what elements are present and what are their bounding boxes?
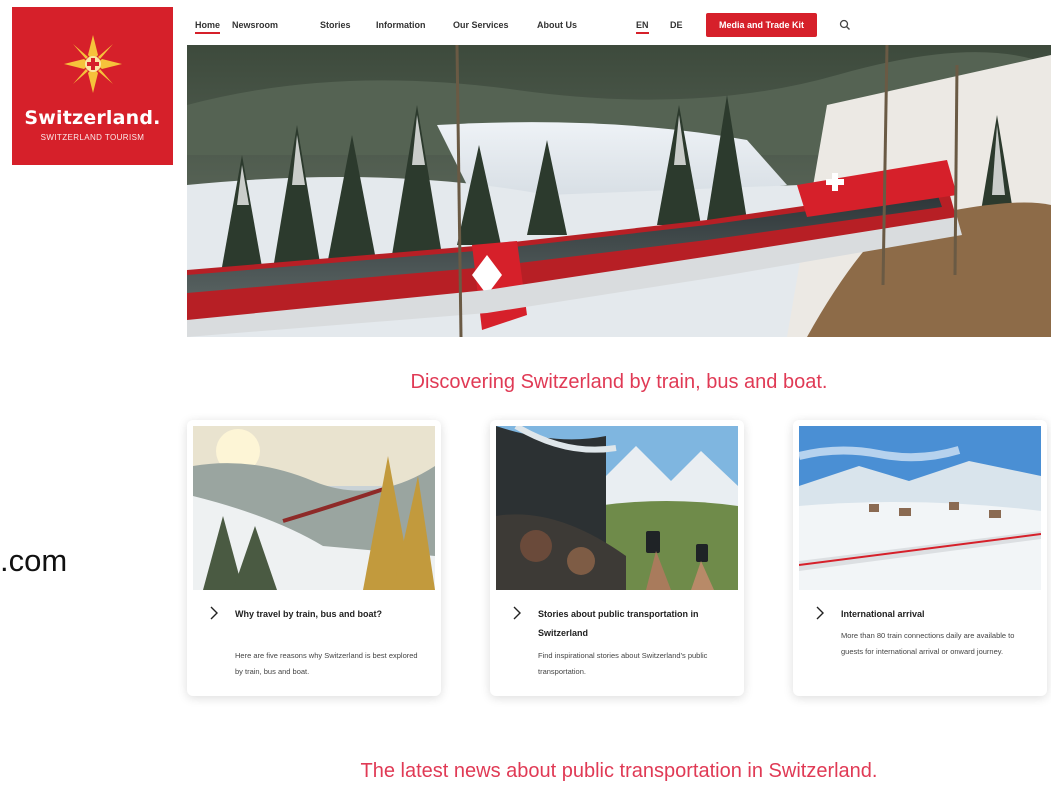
main-nav: Home Newsroom Stories Information Our Se… <box>187 12 1051 40</box>
card-image-panorama-car <box>496 426 738 590</box>
card-why-travel[interactable]: Why travel by train, bus and boat? Here … <box>187 420 441 696</box>
card-image-snowy-valley <box>193 426 435 590</box>
section-heading-discovering: Discovering Switzerland by train, bus an… <box>410 371 828 393</box>
nav-stories[interactable]: Stories <box>320 20 351 30</box>
nav-about-us[interactable]: About Us <box>537 20 577 30</box>
lang-en[interactable]: EN <box>636 20 649 34</box>
card-description: Here are five reasons why Switzerland is… <box>235 651 418 676</box>
card-title: International arrival <box>841 609 925 619</box>
card-stories[interactable]: Stories about public transportation in S… <box>490 420 744 696</box>
search-icon[interactable] <box>839 19 851 31</box>
card-international-arrival[interactable]: International arrival More than 80 train… <box>793 420 1047 696</box>
logo-wordmark: Switzerland. <box>24 107 161 129</box>
star-icon <box>63 35 122 93</box>
card-title: Stories about public transportation in S… <box>538 609 699 638</box>
nav-home[interactable]: Home <box>195 20 221 34</box>
nav-newsroom[interactable]: Newsroom <box>232 20 278 30</box>
card-description: More than 80 train connections daily are… <box>841 631 1015 656</box>
logo-tagline: SWITZERLAND TOURISM <box>40 133 145 142</box>
switzerland-logo[interactable]: Switzerland. SWITZERLAND TOURISM <box>12 7 173 165</box>
chevron-right-icon <box>210 606 218 620</box>
hero-image <box>187 45 1051 337</box>
side-text: .com <box>0 543 68 578</box>
media-trade-kit-button[interactable]: Media and Trade Kit <box>706 13 817 37</box>
section-heading-latest-news: The latest news about public transportat… <box>360 760 878 782</box>
card-title: Why travel by train, bus and boat? <box>235 609 383 619</box>
chevron-right-icon <box>513 606 521 620</box>
nav-our-services[interactable]: Our Services <box>453 20 509 30</box>
nav-information[interactable]: Information <box>376 20 426 30</box>
card-description: Find inspirational stories about Switzer… <box>538 651 708 676</box>
chevron-right-icon <box>816 606 824 620</box>
card-image-train-village <box>799 426 1041 590</box>
lang-de[interactable]: DE <box>670 20 683 30</box>
